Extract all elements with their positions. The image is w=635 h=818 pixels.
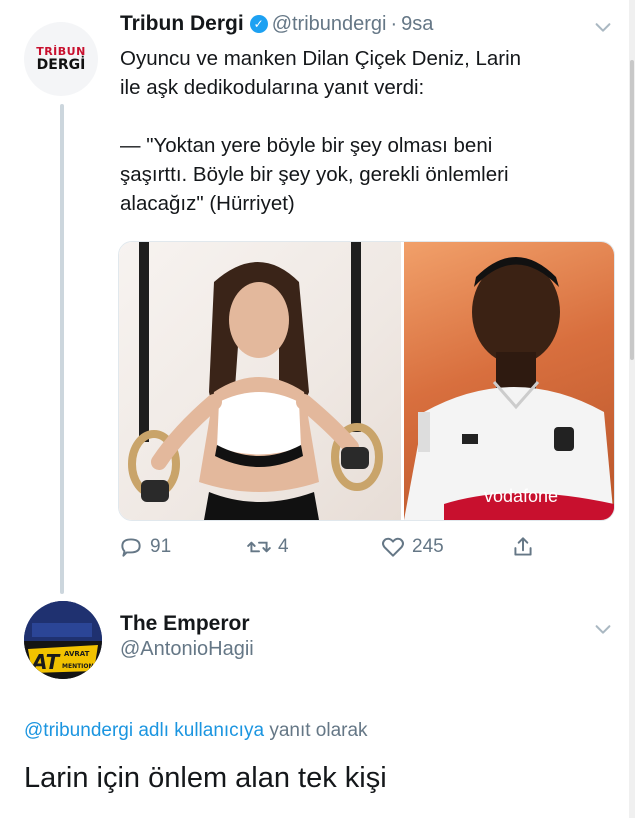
time-separator: · [390,13,398,35]
reply-count: 91 [150,536,172,557]
tweet-text-line: ile aşk dedikodularına yanıt verdi: [120,76,425,99]
reply-bubble-icon [121,538,141,557]
shirt-sponsor-text: vodafone [484,486,558,506]
avatar-text-sub1: AVRAT [64,650,90,658]
tweet-quote-line: — "Yoktan yere böyle bir şey olması beni [120,134,493,157]
like-button[interactable]: 245 [380,534,444,560]
replying-to-line: @tribundergi adlı kullanıcıya yanıt olar… [24,720,368,742]
reply-author-handle[interactable]: @AntonioHagii [120,638,254,661]
avatar-logo-line1: TRİBUN [36,44,86,58]
retweet-icon [247,541,271,553]
tweet-media[interactable]: vodafone [118,241,615,521]
reply-author-block: The Emperor @AntonioHagii [120,612,254,661]
emperor-avatar-image: AT AVRAT MENTION [24,601,102,679]
chevron-down-icon[interactable] [592,16,614,38]
retweet-count: 4 [278,536,289,557]
author-name[interactable]: Tribun Dergi [120,12,244,35]
tweet-action-bar: 91 4 245 [118,534,548,564]
thread-connector-line [60,104,64,594]
verified-badge-icon: ✓ [249,15,268,33]
author-handle[interactable]: @tribundergi [272,13,387,35]
photo-woman-illustration [128,242,383,520]
photo-man-football-shirt[interactable]: vodafone [404,242,614,520]
replying-to-link[interactable]: @tribundergi adlı kullanıcıya [24,720,264,741]
avatar-logo-line2: DERGİ [36,56,86,73]
tribun-dergi-avatar[interactable]: TRİBUN DERGİ [24,22,98,96]
replying-to-suffix: yanıt olarak [269,720,368,741]
tweet-text: Oyuncu ve manken Dilan Çiçek Deniz, Lari… [120,44,521,218]
like-count: 245 [412,536,444,557]
reply-author-name[interactable]: The Emperor [120,612,254,636]
the-emperor-avatar[interactable]: AT AVRAT MENTION [24,601,102,679]
photo-woman-gymnastic-rings[interactable] [119,242,401,520]
avatar-text-main: AT [30,650,61,674]
avatar-text-sub2: MENTION [62,663,94,670]
photo-man-illustration: vodafone [404,257,614,520]
tweet-header: Tribun Dergi ✓ @tribundergi · 9sa [120,12,433,36]
reply-button[interactable]: 91 [118,534,171,560]
scrollbar-thumb[interactable] [630,60,634,360]
retweet-button[interactable]: 4 [246,534,289,560]
tweet-text-line: Oyuncu ve manken Dilan Çiçek Deniz, Lari… [120,47,522,70]
share-button[interactable] [510,534,536,560]
heart-icon [381,537,405,557]
chevron-down-icon[interactable] [592,618,614,640]
share-icon [514,537,532,556]
reply-text: Larin için önlem alan tek kişi [24,762,387,794]
tweet-quote-line: alacağız" (Hürriyet) [120,192,295,215]
tweet-quote-line: şaşırttı. Böyle bir şey yok, gerekli önl… [120,163,509,186]
tweet-timestamp[interactable]: 9sa [401,13,433,35]
